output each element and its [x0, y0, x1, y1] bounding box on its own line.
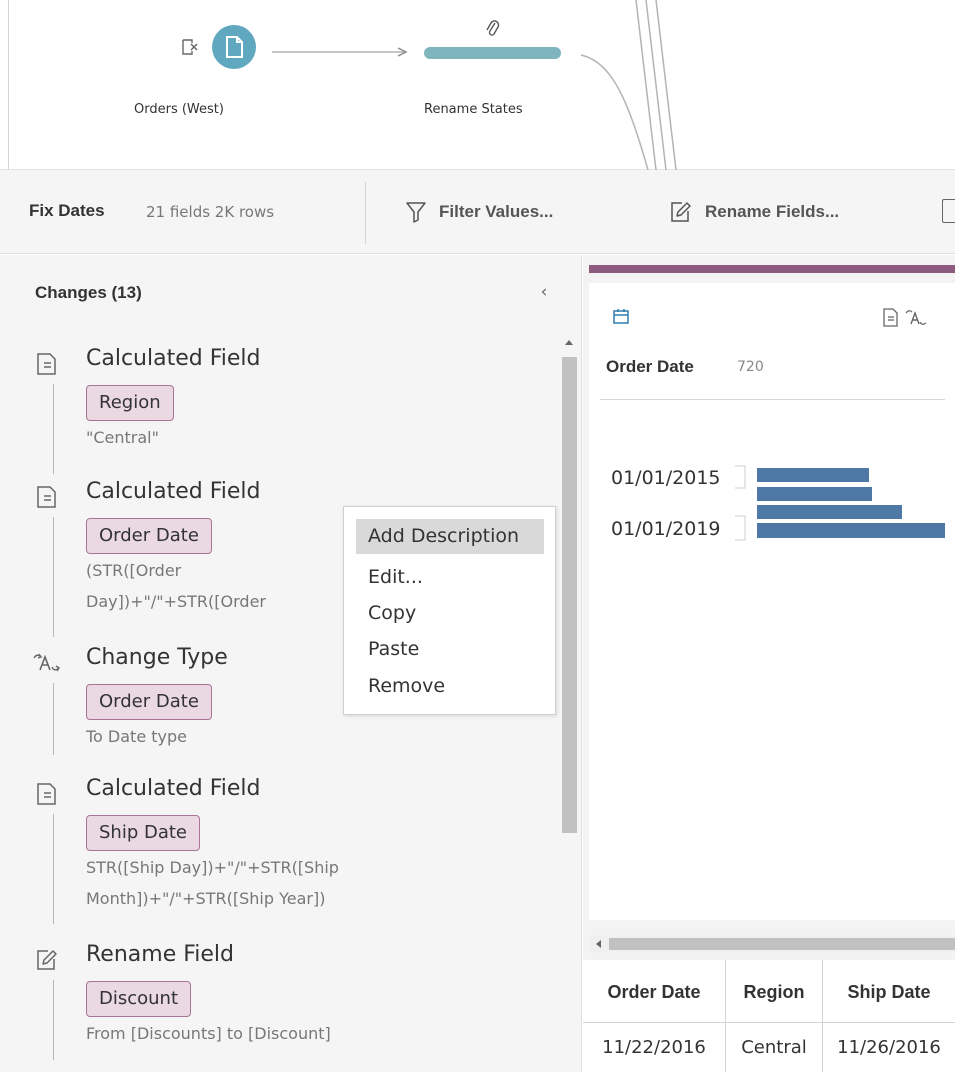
grid-header-order-date[interactable]: Order Date [583, 960, 726, 1024]
change-type-label: Change Type [86, 645, 228, 670]
filter-icon [406, 202, 426, 223]
change-description-line-2: Month])+"/"+STR([Ship Year]) [86, 889, 326, 908]
change-description: To Date type [86, 727, 187, 746]
field-pill[interactable]: Discount [86, 981, 192, 1017]
context-menu: Add Description Edit... Copy Paste Remov… [343, 506, 556, 715]
flow-connectors [272, 0, 677, 170]
grid-cell[interactable]: Central [726, 1022, 823, 1072]
clean-step-rename-states[interactable] [424, 47, 561, 59]
calculated-field-icon [37, 353, 56, 375]
card-divider [600, 399, 945, 400]
chart-bar[interactable] [757, 468, 869, 482]
calculated-field-icon [883, 308, 898, 327]
input-node-orders-west[interactable] [212, 25, 256, 69]
toolbar-more-icon[interactable] [942, 199, 955, 223]
field-name: Order Date [606, 357, 694, 376]
grid-cell[interactable]: 11/22/2016 [583, 1022, 726, 1072]
changes-title: Changes (13) [35, 283, 142, 302]
grid-header-ship-date[interactable]: Ship Date [823, 960, 955, 1024]
grid-cell[interactable]: 11/26/2016 [823, 1022, 955, 1072]
rename-fields-button[interactable]: Rename Fields... [669, 196, 839, 228]
change-connector-line [53, 814, 54, 924]
chart-bar[interactable] [757, 523, 945, 538]
card-change-icons [883, 308, 927, 327]
grid-header-region[interactable]: Region [726, 960, 823, 1024]
scroll-up-arrow-icon[interactable] [565, 340, 573, 345]
toolbar-divider [365, 182, 366, 244]
profile-horizontal-scroll-thumb[interactable] [609, 938, 955, 950]
change-type-label: Rename Field [86, 942, 234, 967]
calendar-icon[interactable] [612, 307, 630, 325]
change-description-line-1: (STR([Order [86, 561, 182, 580]
file-icon [226, 36, 243, 58]
rename-icon [671, 202, 691, 222]
field-pill[interactable]: Region [86, 385, 174, 421]
field-distinct-count: 720 [737, 359, 764, 375]
change-description: From [Discounts] to [Discount] [86, 1024, 331, 1043]
change-connector-line [53, 384, 54, 474]
change-type-icon [33, 653, 60, 672]
calculated-field-icon [37, 486, 56, 508]
change-type-icon [905, 310, 927, 325]
menu-item-copy[interactable]: Copy [356, 596, 544, 631]
step-name: Fix Dates [29, 201, 105, 220]
tick-label: 01/01/2015 [611, 467, 721, 489]
step-accent-bar [589, 265, 955, 273]
field-pill[interactable]: Order Date [86, 518, 212, 554]
field-pill[interactable]: Order Date [86, 684, 212, 720]
paperclip-icon [486, 20, 500, 36]
chart-axis-brackets [735, 465, 746, 541]
tick-label: 01/01/2019 [611, 518, 721, 540]
change-connector-line [53, 517, 54, 637]
filter-values-button[interactable]: Filter Values... [405, 196, 553, 228]
changes-scroll-thumb[interactable] [562, 357, 577, 833]
node-label-orders-west: Orders (West) [134, 102, 224, 117]
change-description-line-2: Day])+"/"+STR([Order [86, 592, 266, 611]
node-label-rename-states: Rename States [424, 102, 523, 117]
change-connector-line [53, 683, 54, 755]
profile-card-order-date[interactable] [589, 283, 955, 920]
field-pill[interactable]: Ship Date [86, 815, 201, 851]
change-type-label: Calculated Field [86, 776, 261, 801]
change-description: "Central" [86, 428, 159, 447]
scroll-left-arrow-icon[interactable] [596, 940, 601, 948]
rename-icon [37, 950, 57, 970]
menu-item-remove[interactable]: Remove [356, 669, 544, 704]
filter-values-label: Filter Values... [439, 202, 554, 221]
change-type-label: Calculated Field [86, 479, 261, 504]
change-connector-line [53, 980, 54, 1060]
chevron-left-icon[interactable]: ‹ [534, 282, 554, 302]
calculated-field-icon [37, 783, 56, 805]
remove-input-icon[interactable] [180, 37, 200, 57]
chart-bar[interactable] [757, 487, 872, 501]
menu-item-add-description[interactable]: Add Description [356, 519, 544, 554]
chart-bar[interactable] [757, 505, 902, 519]
change-type-label: Calculated Field [86, 346, 261, 371]
menu-item-edit[interactable]: Edit... [356, 560, 544, 595]
menu-item-paste[interactable]: Paste [356, 632, 544, 667]
step-meta: 21 fields 2K rows [146, 203, 275, 221]
rename-fields-label: Rename Fields... [705, 202, 840, 221]
change-description-line-1: STR([Ship Day])+"/"+STR([Ship [86, 858, 339, 877]
